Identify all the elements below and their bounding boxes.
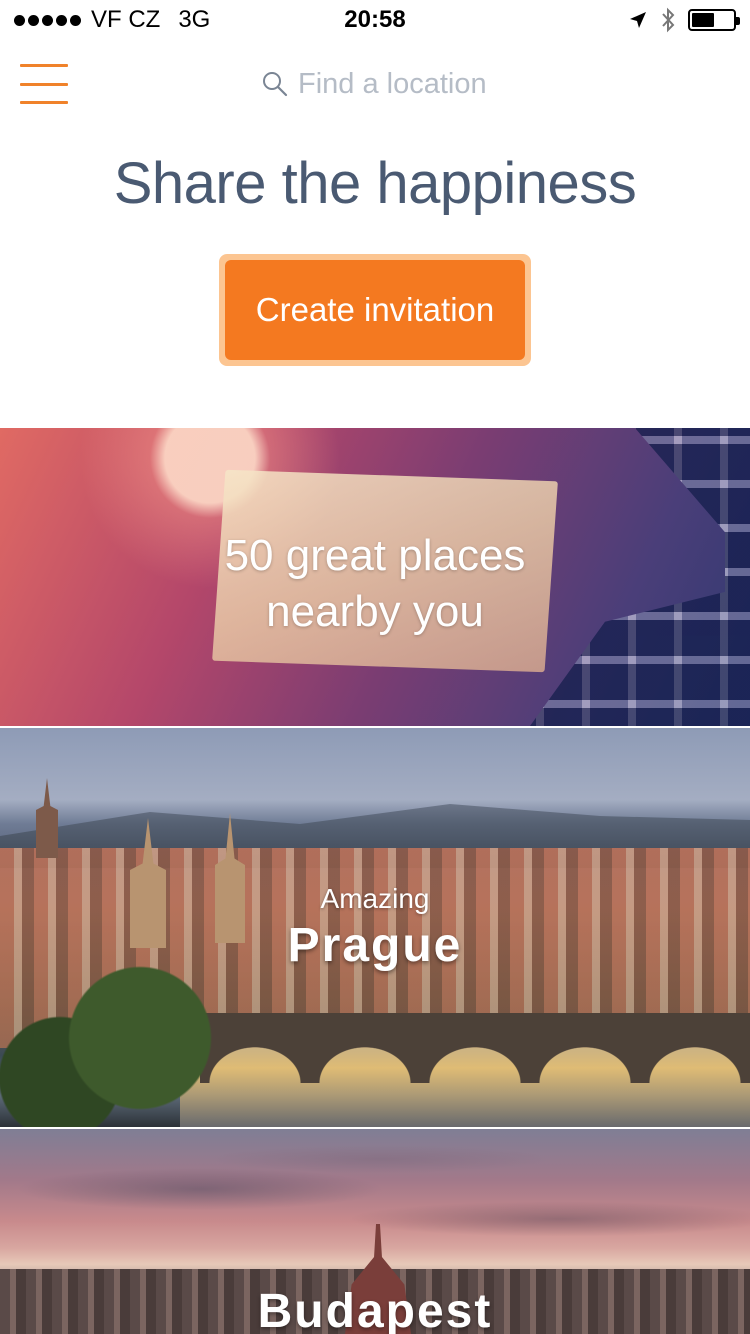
search-bar[interactable]	[262, 64, 528, 104]
create-invitation-button-frame: Create invitation	[219, 254, 531, 366]
battery-level	[692, 13, 714, 27]
create-invitation-button[interactable]: Create invitation	[225, 260, 525, 360]
card-title: Budapest	[257, 1285, 493, 1334]
card-title: Prague	[287, 919, 463, 972]
clouds-photo	[0, 1129, 750, 1249]
network-type: 3G	[178, 6, 211, 33]
card-title: 50 great places nearby you	[0, 528, 750, 640]
bluetooth-icon	[662, 7, 675, 33]
carrier-name: VF CZ	[91, 6, 161, 33]
top-nav	[0, 40, 750, 130]
card-title-line-2: nearby you	[266, 587, 484, 636]
tower-photo	[36, 778, 58, 858]
status-bar: VF CZ 3G 20:58	[0, 0, 750, 40]
location-arrow-icon	[630, 12, 646, 28]
signal-strength-icon	[14, 14, 81, 26]
battery-icon	[688, 9, 740, 31]
card-city-budapest[interactable]: Budapest	[0, 1129, 750, 1334]
page-headline: Share the happiness	[113, 151, 637, 216]
card-city-prague[interactable]: Amazing Prague	[0, 728, 750, 1127]
status-right	[628, 7, 740, 33]
card-title-line-1: 50 great places	[224, 531, 526, 580]
hamburger-menu-icon[interactable]	[20, 64, 68, 104]
card-nearby-places[interactable]: 50 great places nearby you	[0, 428, 750, 726]
bridge-photo	[200, 1013, 750, 1083]
search-input[interactable]	[298, 67, 528, 101]
status-left: VF CZ 3G	[14, 6, 210, 34]
search-icon	[263, 72, 288, 97]
card-subtitle: Amazing	[320, 883, 430, 914]
trees-photo	[0, 948, 240, 1127]
